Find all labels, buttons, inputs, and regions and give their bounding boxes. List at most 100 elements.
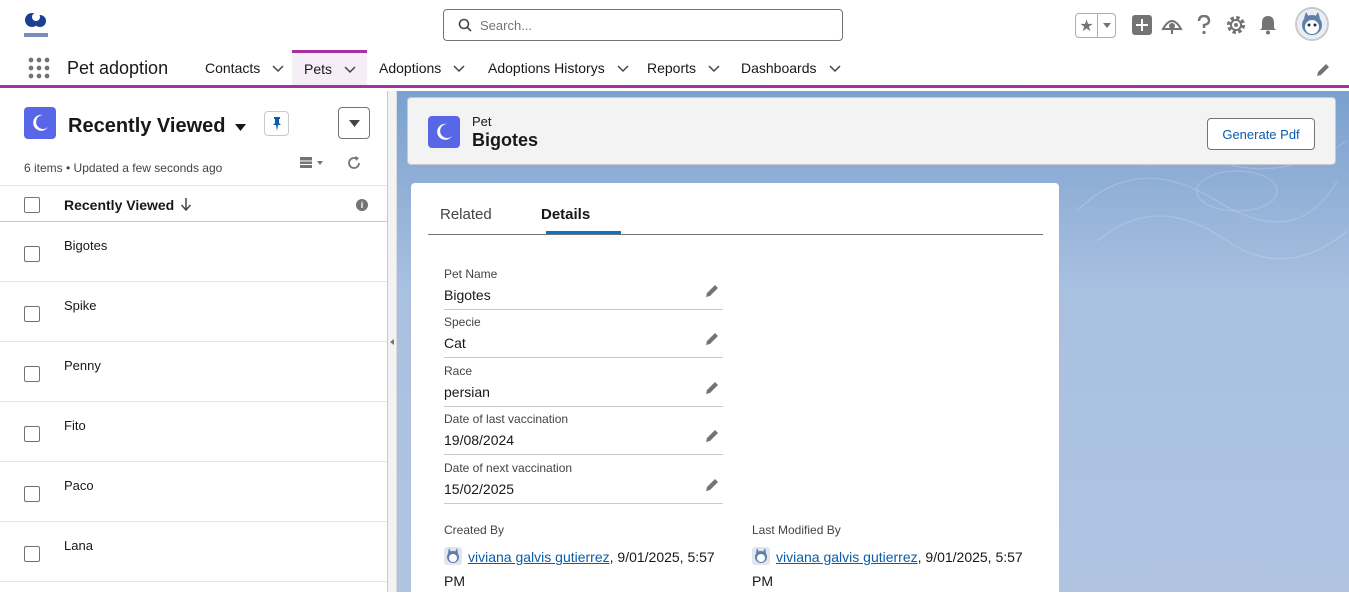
field-race: Race persian: [444, 358, 723, 407]
pin-icon: [272, 116, 281, 131]
nav-tab-label: Dashboards: [741, 59, 817, 76]
row-checkbox[interactable]: [24, 486, 40, 502]
row-checkbox[interactable]: [24, 306, 40, 322]
field-pet-name: Pet Name Bigotes: [444, 261, 723, 310]
field-label: Last Modified By: [752, 523, 841, 537]
favorites-dropdown[interactable]: [1098, 14, 1115, 37]
column-header-label[interactable]: Recently Viewed: [64, 197, 174, 213]
favorites-button[interactable]: ★: [1075, 13, 1116, 38]
pencil-icon[interactable]: [705, 478, 719, 492]
list-item[interactable]: Fito: [0, 402, 387, 462]
app-navigation-bar: Pet adoption Contacts Pets Adoptions Ado…: [0, 50, 1349, 88]
user-icon: [752, 547, 770, 565]
field-label: Specie: [444, 315, 481, 329]
pencil-icon[interactable]: [705, 429, 719, 443]
nav-tab-pets[interactable]: Pets: [292, 50, 367, 85]
pin-list-button[interactable]: [264, 111, 289, 136]
record-detail-card: Related Details Pet Name Bigotes Specie …: [411, 183, 1059, 592]
created-by-user-link[interactable]: viviana galvis gutierrez: [468, 549, 610, 565]
moon-icon: [24, 107, 56, 139]
search-icon: [458, 18, 472, 32]
global-search-input[interactable]: Search...: [443, 9, 843, 41]
field-label: Created By: [444, 523, 505, 537]
chevron-down-icon[interactable]: [344, 63, 356, 75]
list-view-panel: Recently Viewed 6 items • Updated a few …: [0, 91, 388, 592]
chevron-down-icon[interactable]: [453, 62, 465, 74]
app-logo[interactable]: [20, 8, 52, 40]
list-item[interactable]: Spike: [0, 282, 387, 342]
tab-related[interactable]: Related: [440, 206, 492, 223]
chevron-down-icon: [1102, 22, 1111, 28]
pencil-icon[interactable]: [705, 332, 719, 346]
field-label: Pet Name: [444, 267, 498, 281]
split-view-collapse-handle[interactable]: [388, 91, 397, 592]
app-launcher-waffle-icon[interactable]: [28, 57, 50, 79]
list-item-name[interactable]: Penny: [64, 358, 101, 373]
chevron-down-icon[interactable]: [272, 62, 284, 74]
row-checkbox[interactable]: [24, 246, 40, 262]
global-header: Search... ★: [0, 0, 1349, 50]
notification-bell-icon[interactable]: [1257, 14, 1279, 36]
collapse-arrow-icon: [390, 339, 394, 345]
list-column-header: Recently Viewed i: [0, 185, 387, 222]
list-view-actions-button[interactable]: [338, 107, 370, 139]
field-label: Race: [444, 364, 473, 378]
tab-details[interactable]: Details: [541, 206, 590, 223]
list-view-switcher-caret-icon[interactable]: [235, 124, 246, 131]
nav-tab-adoptions[interactable]: Adoptions: [379, 50, 465, 85]
list-item-name[interactable]: Paco: [64, 478, 94, 493]
refresh-icon[interactable]: [346, 155, 362, 171]
last-modified-user-link[interactable]: viviana galvis gutierrez: [776, 549, 918, 565]
object-type-label: Pet: [472, 114, 492, 129]
created-by-field: Created By viviana galvis gutierrez, 9/0…: [444, 523, 734, 593]
list-view-title[interactable]: Recently Viewed: [68, 115, 225, 138]
trailhead-icon[interactable]: [1161, 14, 1183, 36]
nav-tab-dashboards[interactable]: Dashboards: [741, 50, 841, 85]
field-value: persian: [444, 384, 490, 400]
info-icon[interactable]: i: [356, 199, 368, 211]
display-as-table-icon[interactable]: [300, 155, 326, 171]
chevron-down-icon[interactable]: [828, 62, 841, 74]
help-icon[interactable]: [1193, 14, 1215, 36]
row-checkbox[interactable]: [24, 366, 40, 382]
nav-tab-label: Pets: [304, 61, 333, 77]
nav-tab-label: Reports: [647, 59, 697, 76]
record-tabset: Related Details: [428, 200, 1043, 235]
nav-tab-label: Adoptions Historys: [488, 59, 605, 76]
list-item-name[interactable]: Bigotes: [64, 238, 107, 253]
setup-gear-icon[interactable]: [1225, 14, 1247, 36]
field-date-of-last-vaccination: Date of last vaccination 19/08/2024: [444, 406, 723, 455]
nav-tab-adoptions-historys[interactable]: Adoptions Historys: [488, 50, 629, 85]
list-item-name[interactable]: Fito: [64, 418, 86, 433]
star-icon[interactable]: ★: [1076, 14, 1098, 37]
list-item[interactable]: Paco: [0, 462, 387, 522]
list-item[interactable]: Penny: [0, 342, 387, 402]
nav-tab-label: Contacts: [205, 59, 261, 76]
nav-tab-label: Adoptions: [379, 59, 442, 76]
generate-pdf-button[interactable]: Generate Pdf: [1207, 118, 1315, 150]
field-value: 19/08/2024: [444, 432, 515, 448]
field-value: 15/02/2025: [444, 481, 515, 497]
list-item[interactable]: Bigotes: [0, 222, 387, 282]
chevron-down-icon[interactable]: [617, 62, 629, 74]
nav-tab-reports[interactable]: Reports: [647, 50, 720, 85]
select-all-checkbox[interactable]: [24, 197, 40, 213]
list-item[interactable]: Lana: [0, 522, 387, 582]
user-avatar[interactable]: [1295, 7, 1329, 41]
row-checkbox[interactable]: [24, 426, 40, 442]
list-view-status: 6 items • Updated a few seconds ago: [24, 161, 223, 175]
row-checkbox[interactable]: [24, 546, 40, 562]
list-item-name[interactable]: Lana: [64, 538, 93, 553]
chevron-down-icon[interactable]: [708, 62, 720, 74]
edit-nav-pencil-icon[interactable]: [1316, 63, 1330, 77]
sort-arrow-down-icon[interactable]: [180, 197, 192, 211]
field-date-of-next-vaccination: Date of next vaccination 15/02/2025: [444, 455, 723, 504]
pencil-icon[interactable]: [705, 381, 719, 395]
search-placeholder: Search...: [480, 17, 533, 33]
field-value: Cat: [444, 335, 466, 351]
field-specie: Specie Cat: [444, 309, 723, 358]
list-item-name[interactable]: Spike: [64, 298, 97, 313]
nav-tab-contacts[interactable]: Contacts: [205, 50, 284, 85]
add-icon[interactable]: [1131, 14, 1153, 36]
pencil-icon[interactable]: [705, 284, 719, 298]
